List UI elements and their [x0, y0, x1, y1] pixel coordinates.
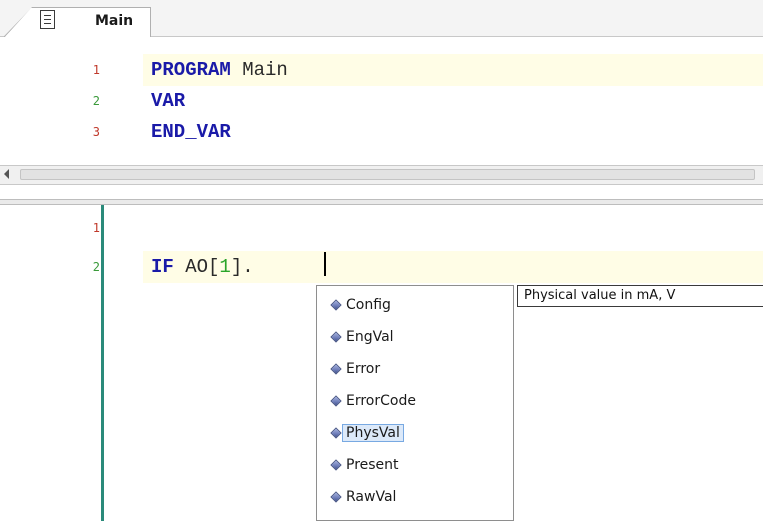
change-marker-bar — [101, 205, 104, 521]
autocomplete-item[interactable]: PhysVal — [330, 423, 404, 443]
line-number: 3 — [92, 125, 100, 139]
autocomplete-item-label: RawVal — [346, 489, 397, 505]
scroll-left-arrow-icon[interactable] — [4, 169, 9, 179]
autocomplete-item[interactable]: EngVal — [330, 327, 394, 347]
autocomplete-item[interactable]: Config — [330, 295, 391, 315]
code-token-plain: AO[ — [173, 256, 220, 278]
member-diamond-icon — [330, 427, 342, 439]
member-diamond-icon — [330, 331, 342, 343]
member-diamond-icon — [330, 395, 342, 407]
tab-main-label: Main — [95, 13, 134, 29]
member-diamond-icon — [330, 299, 342, 311]
autocomplete-item-label: Error — [346, 361, 381, 377]
code-line[interactable]: IF AO[1]. — [143, 251, 763, 283]
autocomplete-item-label: Present — [346, 457, 399, 473]
member-diamond-icon — [330, 363, 342, 375]
code-token-number: 1 — [219, 256, 231, 278]
line-number: 1 — [92, 63, 100, 77]
code-line[interactable]: PROGRAM Main — [143, 54, 763, 86]
autocomplete-item-label: Config — [346, 297, 391, 313]
autocomplete-list[interactable]: Config EngVal Error ErrorCode PhysVal Present… — [316, 285, 514, 521]
code-token-keyword: END_VAR — [151, 121, 231, 143]
autocomplete-item[interactable]: ErrorCode — [330, 391, 416, 411]
document-icon — [40, 10, 55, 29]
member-tooltip: Physical value in mA, V — [517, 285, 763, 307]
autocomplete-item[interactable]: Error — [330, 359, 381, 379]
editor-tab-strip: Main — [0, 0, 763, 38]
code-token-keyword: IF — [151, 256, 174, 278]
autocomplete-item-label: EngVal — [346, 329, 394, 345]
code-line[interactable] — [143, 212, 763, 244]
member-diamond-icon — [330, 491, 342, 503]
autocomplete-item[interactable]: Present — [330, 455, 399, 475]
line-number: 1 — [92, 221, 100, 235]
code-token-plain: Main — [230, 59, 288, 81]
line-number: 2 — [92, 260, 100, 274]
horizontal-scrollbar[interactable] — [0, 165, 763, 185]
declaration-editor[interactable]: 1 PROGRAM Main 2 VAR 3 END_VAR — [0, 37, 763, 167]
autocomplete-item-label: ErrorCode — [346, 393, 416, 409]
code-line[interactable]: VAR — [143, 85, 763, 117]
scrollbar-thumb[interactable] — [20, 169, 755, 180]
code-line[interactable]: END_VAR — [143, 116, 763, 148]
member-diamond-icon — [330, 459, 342, 471]
code-token-plain: ]. — [230, 256, 254, 278]
code-token-keyword: PROGRAM — [151, 59, 231, 81]
autocomplete-item-label: PhysVal — [342, 424, 404, 442]
autocomplete-item[interactable]: RawVal — [330, 487, 397, 507]
code-token-keyword: VAR — [151, 90, 186, 112]
line-number: 2 — [92, 94, 100, 108]
text-caret — [324, 252, 326, 276]
